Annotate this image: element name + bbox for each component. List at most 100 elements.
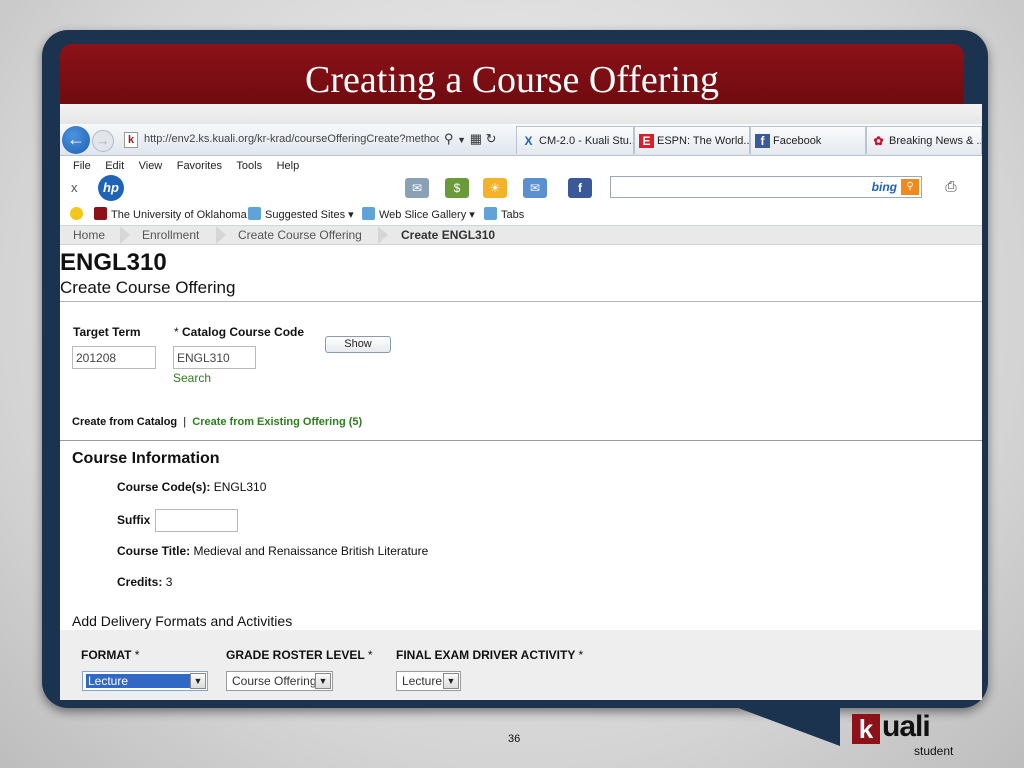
kuali-logo-sub: student bbox=[914, 744, 954, 758]
background-window-strip bbox=[60, 104, 982, 124]
url-field[interactable]: http://env2.ks.kuali.org/kr-krad/courseO… bbox=[144, 133, 439, 145]
tab-facebook[interactable]: f Facebook bbox=[750, 126, 866, 154]
bing-logo: bing bbox=[871, 180, 897, 194]
page-title: ENGL310 bbox=[60, 249, 167, 276]
browser-screenshot: ← → k http://env2.ks.kuali.org/kr-krad/c… bbox=[60, 104, 982, 700]
grade-roster-select[interactable]: Course Offering ▼ bbox=[226, 671, 333, 691]
fav-web-slice-gallery[interactable]: Web Slice Gallery ▾ bbox=[362, 207, 475, 221]
breadcrumb-home[interactable]: Home bbox=[73, 228, 105, 242]
menu-tools[interactable]: Tools bbox=[236, 160, 262, 172]
star-icon bbox=[70, 207, 83, 220]
breadcrumb-create-course-offering[interactable]: Create Course Offering bbox=[238, 228, 362, 242]
course-code-label: Course Code(s): bbox=[117, 480, 211, 494]
create-from-existing-link[interactable]: Create from Existing Offering (5) bbox=[192, 416, 362, 428]
tab-label: Facebook bbox=[773, 135, 822, 147]
ie-page-icon bbox=[484, 207, 497, 220]
slide-title: Creating a Course Offering bbox=[304, 59, 719, 101]
breadcrumb-separator bbox=[216, 226, 226, 244]
page-subtitle: Create Course Offering bbox=[60, 278, 236, 297]
show-button[interactable]: Show bbox=[325, 336, 391, 353]
menu-favorites[interactable]: Favorites bbox=[177, 160, 222, 172]
tab-breaking-news[interactable]: ✿ Breaking News & ... bbox=[866, 126, 982, 154]
chevron-down-icon[interactable]: ▼ bbox=[457, 135, 466, 145]
fav-university-of-oklahoma[interactable]: The University of Oklahoma bbox=[94, 207, 247, 221]
chevron-down-icon[interactable]: ▼ bbox=[315, 673, 331, 689]
toolbar-close-icon[interactable]: x bbox=[71, 180, 78, 195]
format-selected-value: Lecture bbox=[86, 674, 190, 688]
create-from-catalog-link[interactable]: Create from Catalog bbox=[72, 416, 177, 428]
suffix-input[interactable] bbox=[155, 509, 238, 532]
slide-page-number: 36 bbox=[508, 733, 521, 745]
breadcrumb-current: Create ENGL310 bbox=[401, 228, 496, 242]
fav-tabs[interactable]: Tabs bbox=[484, 207, 524, 221]
kuali-logo-letter: k bbox=[852, 714, 880, 744]
menu-view[interactable]: View bbox=[139, 160, 163, 172]
required-marker: * bbox=[174, 325, 179, 339]
fav-suggested-sites[interactable]: Suggested Sites ▾ bbox=[248, 207, 354, 221]
bing-search-input[interactable]: bing ⚲ bbox=[610, 176, 922, 198]
breadcrumb-enrollment[interactable]: Enrollment bbox=[142, 228, 199, 242]
format-select[interactable]: Lecture ▼ bbox=[82, 671, 208, 691]
forward-arrow-icon[interactable]: → bbox=[92, 130, 114, 152]
hp-toolbar: x hp ✉ $ ☀ ✉ f bing ⚲ ⎙ bbox=[60, 172, 982, 202]
ie-page-icon bbox=[362, 207, 375, 220]
fav-label: Web Slice Gallery ▾ bbox=[379, 209, 475, 221]
money-icon[interactable]: $ bbox=[445, 178, 469, 198]
grade-roster-column-header: GRADE ROSTER LEVEL * bbox=[226, 648, 372, 662]
course-title-row: Course Title: Medieval and Renaissance B… bbox=[117, 544, 428, 558]
menu-help[interactable]: Help bbox=[277, 160, 300, 172]
target-term-label: Target Term bbox=[73, 325, 141, 339]
back-arrow-icon[interactable]: ← bbox=[62, 126, 90, 154]
kuali-logo-word: uali bbox=[882, 710, 931, 743]
final-exam-select[interactable]: Lecture ▼ bbox=[396, 671, 461, 691]
ticket-icon[interactable]: ✉ bbox=[405, 178, 429, 198]
catalog-code-input[interactable]: ENGL310 bbox=[173, 346, 256, 369]
menu-file[interactable]: File bbox=[73, 160, 91, 172]
fav-label: Tabs bbox=[501, 209, 525, 221]
breadcrumb: Home Enrollment Create Course Offering C… bbox=[60, 226, 982, 245]
refresh-icon[interactable]: ↻ bbox=[486, 131, 497, 146]
ie-page-icon bbox=[248, 207, 261, 220]
breadcrumb-separator bbox=[378, 226, 388, 244]
bing-search-icon[interactable]: ⚲ bbox=[901, 179, 919, 195]
course-title-label: Course Title: bbox=[117, 544, 191, 558]
facebook-toolbar-icon[interactable]: f bbox=[568, 178, 592, 198]
options-separator: | bbox=[183, 416, 187, 428]
target-term-input[interactable]: 201208 bbox=[72, 346, 156, 369]
breadcrumb-separator bbox=[120, 226, 130, 244]
catalog-code-label: * Catalog Course Code bbox=[174, 325, 304, 339]
tab-cm-kuali[interactable]: X CM-2.0 - Kuali Stu... bbox=[516, 126, 634, 154]
grade-roster-selected-value: Course Offering bbox=[232, 674, 317, 688]
chevron-down-icon[interactable]: ▼ bbox=[190, 673, 206, 689]
chevron-down-icon[interactable]: ▼ bbox=[443, 673, 459, 689]
compat-view-icon[interactable]: ▦ bbox=[470, 131, 482, 146]
column-label: FORMAT bbox=[81, 648, 132, 662]
format-column-header: FORMAT * bbox=[81, 648, 139, 662]
credits-value: 3 bbox=[165, 575, 173, 589]
course-code-row: Course Code(s): ENGL310 bbox=[117, 480, 266, 494]
suffix-row: Suffix bbox=[117, 513, 150, 527]
search-link[interactable]: Search bbox=[173, 371, 211, 385]
delivery-formats-table: FORMAT * GRADE ROSTER LEVEL * FINAL EXAM… bbox=[60, 630, 982, 700]
tab-espn[interactable]: E ESPN: The World... bbox=[634, 126, 750, 154]
weather-icon[interactable]: ☀ bbox=[483, 178, 507, 198]
fav-label: The University of Oklahoma bbox=[111, 209, 247, 221]
menu-edit[interactable]: Edit bbox=[105, 160, 124, 172]
catalog-code-label-text: Catalog Course Code bbox=[182, 325, 305, 339]
kuali-student-logo: k uali student bbox=[852, 710, 972, 760]
create-options: Create from Catalog | Create from Existi… bbox=[72, 416, 362, 428]
tab-label: CM-2.0 - Kuali Stu... bbox=[539, 135, 634, 147]
menu-bar: File Edit View Favorites Tools Help bbox=[60, 156, 982, 172]
search-icon[interactable]: ⚲ bbox=[444, 131, 454, 146]
nbc-icon: ✿ bbox=[873, 134, 884, 148]
fav-label: Suggested Sites ▾ bbox=[265, 209, 354, 221]
favorites-star-icon[interactable] bbox=[70, 207, 87, 221]
facebook-icon: f bbox=[755, 134, 770, 148]
credits-row: Credits: 3 bbox=[117, 575, 172, 589]
print-icon[interactable]: ⎙ bbox=[940, 178, 962, 196]
required-marker: * bbox=[134, 648, 140, 662]
ou-icon bbox=[94, 207, 107, 220]
mail-icon[interactable]: ✉ bbox=[523, 178, 547, 198]
favorites-bar: The University of Oklahoma Suggested Sit… bbox=[60, 202, 982, 226]
hp-logo-icon[interactable]: hp bbox=[98, 175, 124, 201]
